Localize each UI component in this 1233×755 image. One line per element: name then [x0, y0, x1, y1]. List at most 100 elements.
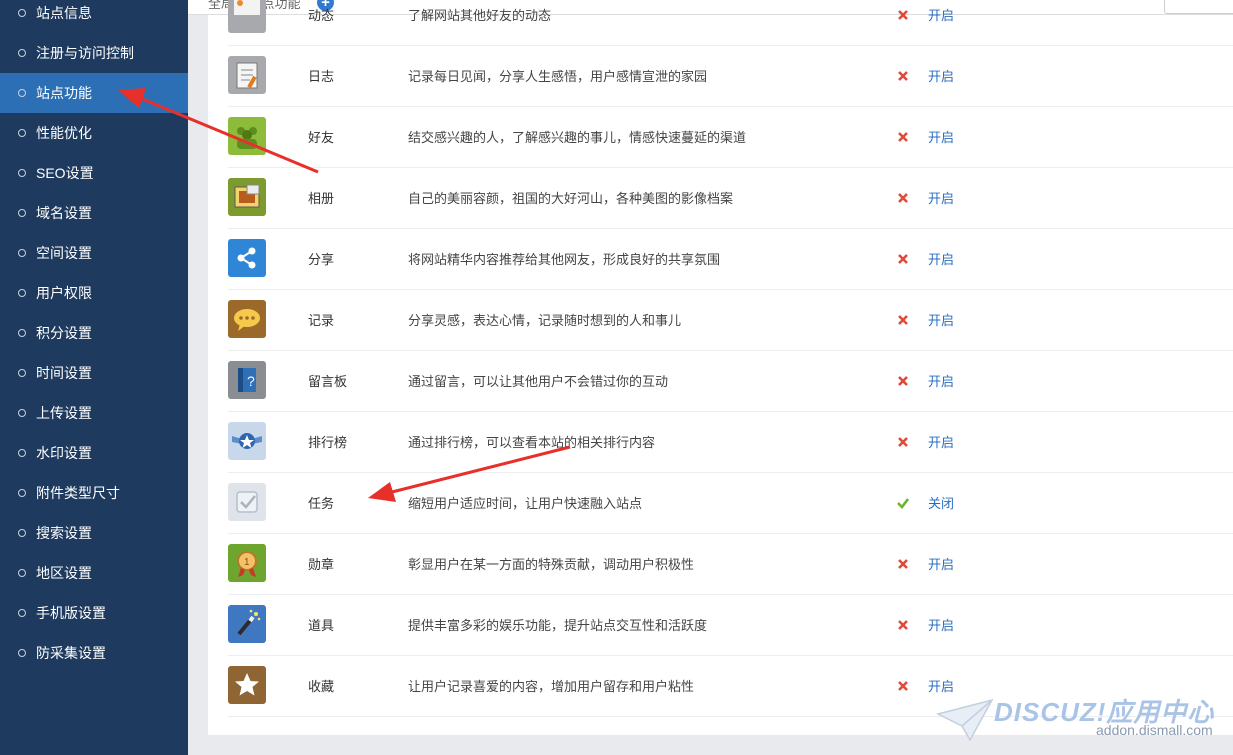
cross-icon: [896, 374, 910, 388]
sidebar-item-label: 性能优化: [36, 125, 92, 141]
svg-text:?: ?: [247, 373, 255, 389]
feature-name: 相册: [308, 191, 335, 206]
feature-name: 排行榜: [308, 435, 348, 450]
cross-icon: [896, 618, 910, 632]
feature-name: 分享: [308, 252, 335, 267]
sidebar-item-label: 地区设置: [36, 565, 92, 581]
bullet-icon: [18, 569, 26, 577]
feature-description: 自己的美丽容颜，祖国的大好河山，各种美图的影像档案: [408, 191, 734, 206]
sidebar-item[interactable]: 防采集设置: [0, 633, 188, 673]
discuz-watermark-logo: DISCUZ!应用中心 addon.dismall.com: [936, 690, 1226, 745]
feature-toggle-link[interactable]: 开启: [928, 127, 954, 146]
bullet-icon: [18, 409, 26, 417]
bullet-icon: [18, 489, 26, 497]
medal-icon: 1: [228, 544, 266, 582]
bullet-icon: [18, 449, 26, 457]
bullet-icon: [18, 169, 26, 177]
cross-icon: [896, 313, 910, 327]
feature-name: 好友: [308, 130, 335, 145]
feed-icon: [228, 0, 266, 33]
feature-name: 任务: [308, 496, 335, 511]
bullet-icon: [18, 649, 26, 657]
feature-toggle-link[interactable]: 关闭: [928, 493, 954, 512]
task-icon: [228, 483, 266, 521]
paper-plane-icon: [936, 698, 994, 742]
sidebar-item-label: 用户权限: [36, 285, 92, 301]
sidebar-item-label: 上传设置: [36, 405, 92, 421]
sidebar-item[interactable]: 附件类型尺寸: [0, 473, 188, 513]
bullet-icon: [18, 129, 26, 137]
feature-toggle-link[interactable]: 开启: [928, 615, 954, 634]
feature-row: ? 留言板 通过留言，可以让其他用户不会错过你的互动 开启: [228, 350, 1233, 412]
ranklist-icon: [228, 422, 266, 460]
sidebar-item[interactable]: SEO设置: [0, 153, 188, 193]
watermark-url: addon.dismall.com: [1096, 722, 1213, 738]
svg-text:1: 1: [244, 557, 250, 568]
feature-description: 了解网站其他好友的动态: [408, 8, 552, 23]
blog-icon: [228, 56, 266, 94]
sidebar-item[interactable]: 时间设置: [0, 353, 188, 393]
feature-name: 留言板: [308, 374, 348, 389]
share-icon: [228, 239, 266, 277]
check-icon: [896, 496, 910, 510]
feature-toggle-link[interactable]: 开启: [928, 432, 954, 451]
cross-icon: [896, 435, 910, 449]
sidebar-item[interactable]: 性能优化: [0, 113, 188, 153]
sidebar-item-label: 站点功能: [36, 85, 92, 101]
sidebar-item[interactable]: 手机版设置: [0, 593, 188, 633]
feature-list-panel: 动态 了解网站其他好友的动态 开启 日志 记录每日见闻，分享人生感悟，用户感情宣泄的家园…: [208, 0, 1233, 735]
sidebar-item-label: SEO设置: [36, 165, 94, 181]
feature-toggle-link[interactable]: 开启: [928, 554, 954, 573]
bullet-icon: [18, 289, 26, 297]
sidebar-item[interactable]: 搜索设置: [0, 513, 188, 553]
feature-description: 让用户记录喜爱的内容，增加用户留存和用户粘性: [408, 679, 695, 694]
cross-icon: [896, 130, 910, 144]
feature-toggle-link[interactable]: 开启: [928, 371, 954, 390]
feature-description: 通过排行榜，可以查看本站的相关排行内容: [408, 435, 656, 450]
sidebar-item-label: 水印设置: [36, 445, 92, 461]
feature-row: 道具 提供丰富多彩的娱乐功能，提升站点交互性和活跃度 开启: [228, 594, 1233, 656]
feature-row: 相册 自己的美丽容颜，祖国的大好河山，各种美图的影像档案 开启: [228, 167, 1233, 229]
feature-row: 记录 分享灵感，表达心情，记录随时想到的人和事儿 开启: [228, 289, 1233, 351]
sidebar-item[interactable]: 地区设置: [0, 553, 188, 593]
sidebar-item-label: 空间设置: [36, 245, 92, 261]
feature-row: 分享 将网站精华内容推荐给其他网友，形成良好的共享氛围 开启: [228, 228, 1233, 290]
feature-description: 通过留言，可以让其他用户不会错过你的互动: [408, 374, 669, 389]
feature-row: 日志 记录每日见闻，分享人生感悟，用户感情宣泄的家园 开启: [228, 45, 1233, 107]
sidebar-item[interactable]: 积分设置: [0, 313, 188, 353]
feature-row: 动态 了解网站其他好友的动态 开启: [228, 0, 1233, 46]
album-icon: [228, 178, 266, 216]
sidebar-item[interactable]: 站点信息: [0, 0, 188, 33]
feature-toggle-link[interactable]: 开启: [928, 188, 954, 207]
sidebar-item-label: 积分设置: [36, 325, 92, 341]
feature-name: 收藏: [308, 679, 335, 694]
sidebar-item-label: 域名设置: [36, 205, 92, 221]
sidebar-item-label: 手机版设置: [36, 605, 106, 621]
feature-toggle-link[interactable]: 开启: [928, 5, 954, 24]
sidebar-item[interactable]: 水印设置: [0, 433, 188, 473]
feature-toggle-link[interactable]: 开启: [928, 66, 954, 85]
sidebar-item-label: 搜索设置: [36, 525, 92, 541]
bullet-icon: [18, 49, 26, 57]
feature-description: 将网站精华内容推荐给其他网友，形成良好的共享氛围: [408, 252, 721, 267]
bullet-icon: [18, 249, 26, 257]
sidebar-item[interactable]: 注册与访问控制: [0, 33, 188, 73]
sidebar-item[interactable]: 用户权限: [0, 273, 188, 313]
sidebar-item[interactable]: 空间设置: [0, 233, 188, 273]
feature-row: 1 勋章 彰显用户在某一方面的特殊贡献，调动用户积极性 开启: [228, 533, 1233, 595]
feature-toggle-link[interactable]: 开启: [928, 310, 954, 329]
wall-icon: ?: [228, 361, 266, 399]
feature-row: 好友 结交感兴趣的人，了解感兴趣的事儿，情感快速蔓延的渠道 开启: [228, 106, 1233, 168]
magic-icon: [228, 605, 266, 643]
feature-description: 提供丰富多彩的娱乐功能，提升站点交互性和活跃度: [408, 618, 708, 633]
bullet-icon: [18, 9, 26, 17]
sidebar-item[interactable]: 域名设置: [0, 193, 188, 233]
sidebar: 站点信息注册与访问控制 站点功能性能优化 SEO设置域名设置空间设置用户权限积分设置…: [0, 0, 188, 755]
sidebar-item-label: 站点信息: [36, 5, 92, 21]
feature-toggle-link[interactable]: 开启: [928, 249, 954, 268]
bullet-icon: [18, 329, 26, 337]
feature-description: 结交感兴趣的人，了解感兴趣的事儿，情感快速蔓延的渠道: [408, 130, 747, 145]
sidebar-item[interactable]: 站点功能: [0, 73, 188, 113]
sidebar-item[interactable]: 上传设置: [0, 393, 188, 433]
sidebar-item-label: 注册与访问控制: [36, 45, 134, 61]
